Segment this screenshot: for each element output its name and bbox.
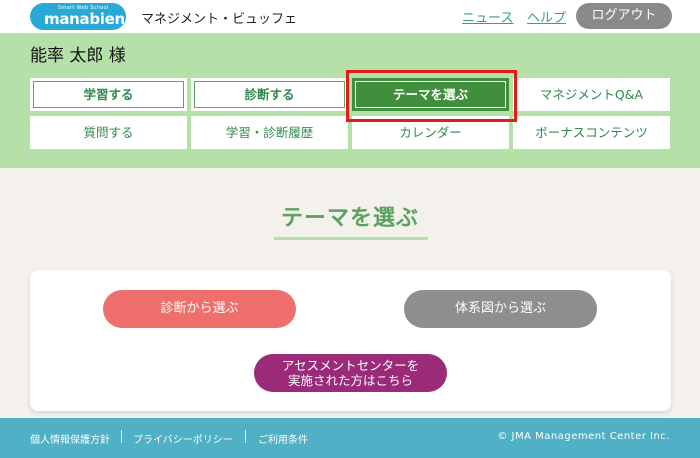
choose-from-diagnosis-button[interactable]: 診断から選ぶ <box>103 290 296 328</box>
service-name: マネジメント・ビュッフェ <box>141 12 298 27</box>
logout-button[interactable]: ログアウト <box>576 3 672 29</box>
footer-privacy-policy-link[interactable]: 個人情報保護方針 <box>30 431 110 446</box>
page-title: テーマを選ぶ <box>280 206 419 231</box>
assessment-button-line2: 実施された方はこちら <box>287 373 413 388</box>
footer-separator <box>245 430 246 443</box>
logo-wordmark: manabien <box>44 10 125 28</box>
menu-diagnose-button[interactable]: 診断する <box>191 78 348 111</box>
user-name: 能率 太郎 様 <box>30 46 126 66</box>
menu-ask-question-button[interactable]: 質問する <box>30 116 187 149</box>
news-link[interactable]: ニュース <box>462 7 513 26</box>
footer-terms-link[interactable]: ご利用条件 <box>258 431 308 446</box>
site-footer: 個人情報保護方針 プライバシーポリシー ご利用条件 © JMA Manageme… <box>0 418 700 458</box>
menu-learn-button[interactable]: 学習する <box>30 78 187 111</box>
active-item-highlight <box>346 70 517 122</box>
footer-separator <box>121 430 122 443</box>
theme-selection-card: 診断から選ぶ 体系図から選ぶ アセスメントセンターを 実施された方はこちら <box>30 270 671 411</box>
menu-bonus-content-button[interactable]: ボーナスコンテンツ <box>513 116 670 149</box>
help-link[interactable]: ヘルプ <box>527 7 566 26</box>
choose-from-system-chart-button[interactable]: 体系図から選ぶ <box>404 290 597 328</box>
menu-history-button[interactable]: 学習・診断履歴 <box>191 116 348 149</box>
site-header: Smart Web School manabien マネジメント・ビュッフェ ニ… <box>0 0 700 33</box>
title-underline <box>274 237 428 240</box>
menu-management-qa-button[interactable]: マネジメントQ&A <box>513 78 670 111</box>
manabien-logo[interactable]: Smart Web School manabien <box>30 3 126 30</box>
footer-privacy-link[interactable]: プライバシーポリシー <box>133 431 233 446</box>
assessment-center-button[interactable]: アセスメントセンターを 実施された方はこちら <box>254 354 447 392</box>
copyright: © JMA Management Center Inc. <box>497 431 670 442</box>
assessment-button-line1: アセスメントセンターを <box>281 358 420 373</box>
